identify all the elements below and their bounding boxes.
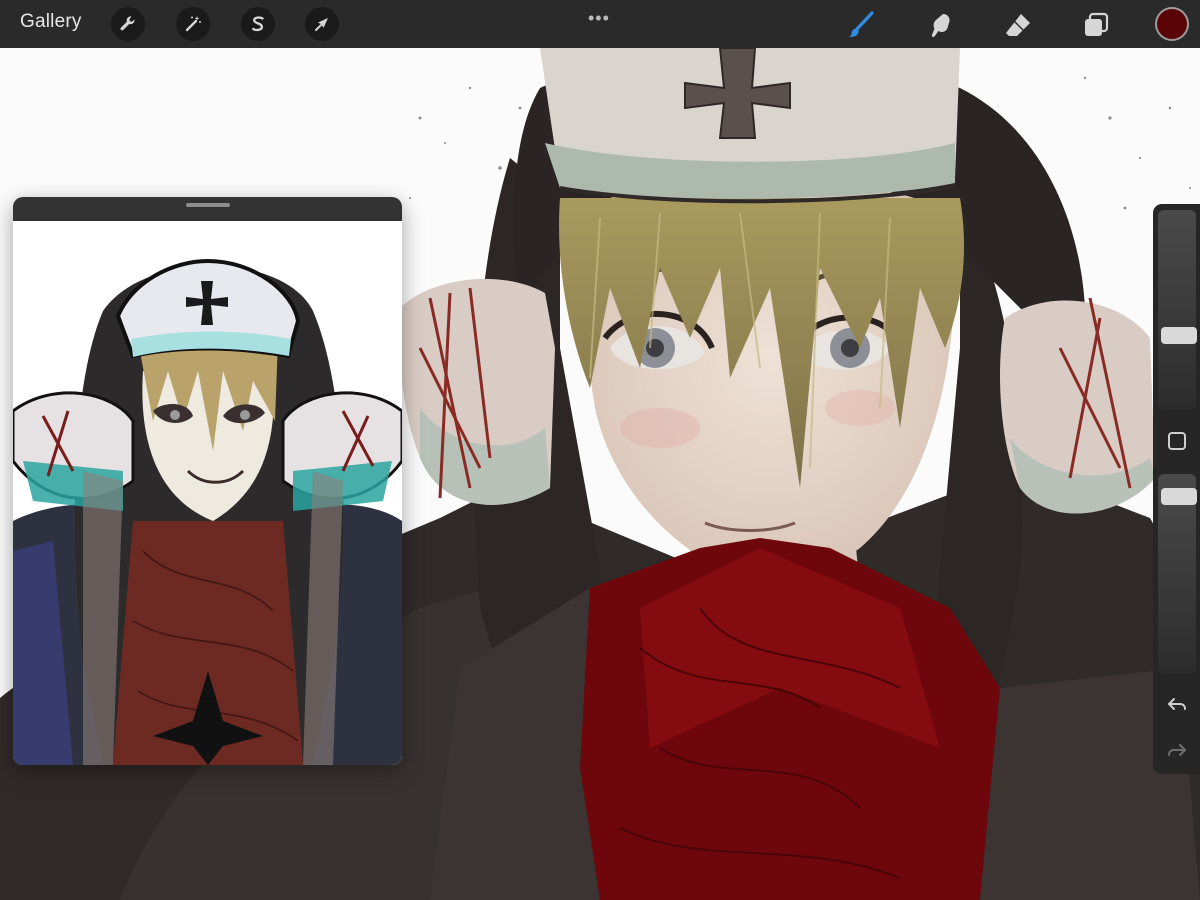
selection-s-icon	[252, 16, 264, 32]
paint-tool-button[interactable]	[845, 9, 877, 41]
drawing-canvas[interactable]	[0, 47, 1200, 900]
undo-arrow-icon	[1167, 698, 1186, 710]
actions-button[interactable]	[111, 7, 145, 41]
modifier-square-button[interactable]	[1168, 432, 1186, 450]
brush-icon	[849, 11, 874, 37]
reference-drag-handle[interactable]	[186, 203, 230, 207]
brush-opacity-slider[interactable]	[1158, 474, 1197, 674]
eraser-tool-button[interactable]	[1002, 9, 1034, 41]
transform-button[interactable]	[305, 7, 339, 41]
wrench-icon	[120, 16, 135, 31]
top-toolbar: Gallery •••	[0, 0, 1200, 48]
more-options-handle[interactable]: •••	[588, 8, 610, 29]
gallery-button[interactable]: Gallery	[20, 11, 82, 33]
arrow-cursor-icon	[315, 18, 328, 31]
brush-size-thumb[interactable]	[1161, 327, 1197, 344]
selection-button[interactable]	[241, 7, 275, 41]
reference-image	[13, 221, 402, 765]
brush-sidebar	[1153, 204, 1200, 774]
smudge-icon	[931, 14, 950, 37]
procreate-app: Gallery •••	[0, 0, 1200, 900]
layers-icon	[1085, 12, 1109, 36]
magic-wand-icon	[185, 16, 201, 32]
redo-button[interactable]	[1164, 738, 1190, 764]
redo-arrow-icon	[1168, 744, 1187, 756]
eraser-icon	[1006, 14, 1030, 36]
brush-size-slider[interactable]	[1158, 210, 1197, 410]
reference-titlebar[interactable]	[13, 197, 402, 221]
adjustments-button[interactable]	[176, 7, 210, 41]
layers-button[interactable]	[1080, 9, 1112, 41]
smudge-tool-button[interactable]	[924, 9, 956, 41]
color-picker-swatch[interactable]	[1155, 7, 1189, 41]
brush-opacity-thumb[interactable]	[1161, 488, 1197, 505]
reference-window[interactable]	[13, 197, 402, 765]
undo-button[interactable]	[1164, 692, 1190, 718]
